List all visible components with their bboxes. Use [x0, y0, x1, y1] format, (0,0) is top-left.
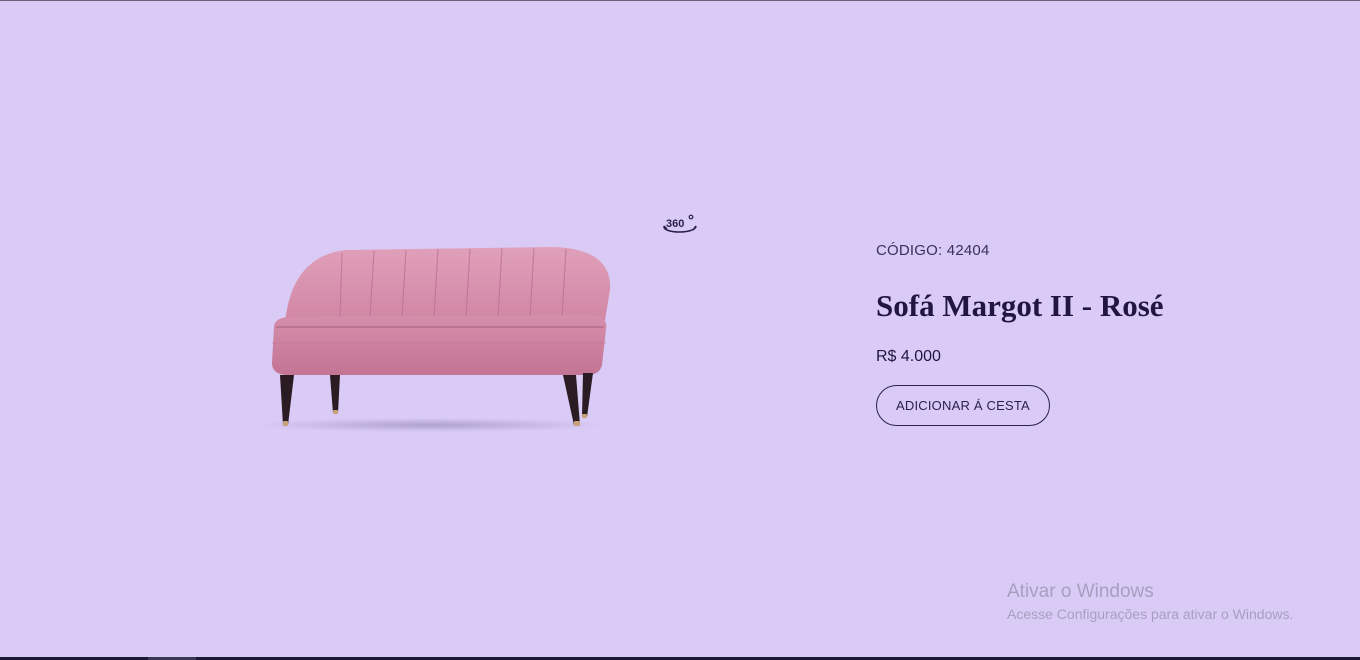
- product-title: Sofá Margot II - Rosé: [876, 288, 1164, 323]
- product-price: R$ 4.000: [876, 348, 941, 365]
- svg-text:360: 360: [666, 218, 684, 230]
- add-to-cart-button[interactable]: ADICIONAR Á CESTA: [876, 385, 1050, 426]
- product-code-label: CÓDIGO:: [876, 242, 943, 259]
- 360-view-icon[interactable]: 360: [660, 212, 700, 240]
- watermark-subtitle: Acesse Configurações para ativar o Windo…: [1007, 606, 1294, 622]
- watermark-title: Ativar o Windows: [1007, 581, 1154, 602]
- windows-activation-watermark: Ativar o Windows Acesse Configurações pa…: [1007, 580, 1293, 624]
- product-code: CÓDIGO: 42404: [876, 240, 1296, 262]
- product-code-value: 42404: [946, 242, 990, 259]
- product-details: CÓDIGO: 42404 Sofá Margot II - Rosé R$ 4…: [876, 240, 1296, 426]
- pink-sofa-image: [255, 247, 611, 432]
- window-top-border: [0, 0, 1360, 1]
